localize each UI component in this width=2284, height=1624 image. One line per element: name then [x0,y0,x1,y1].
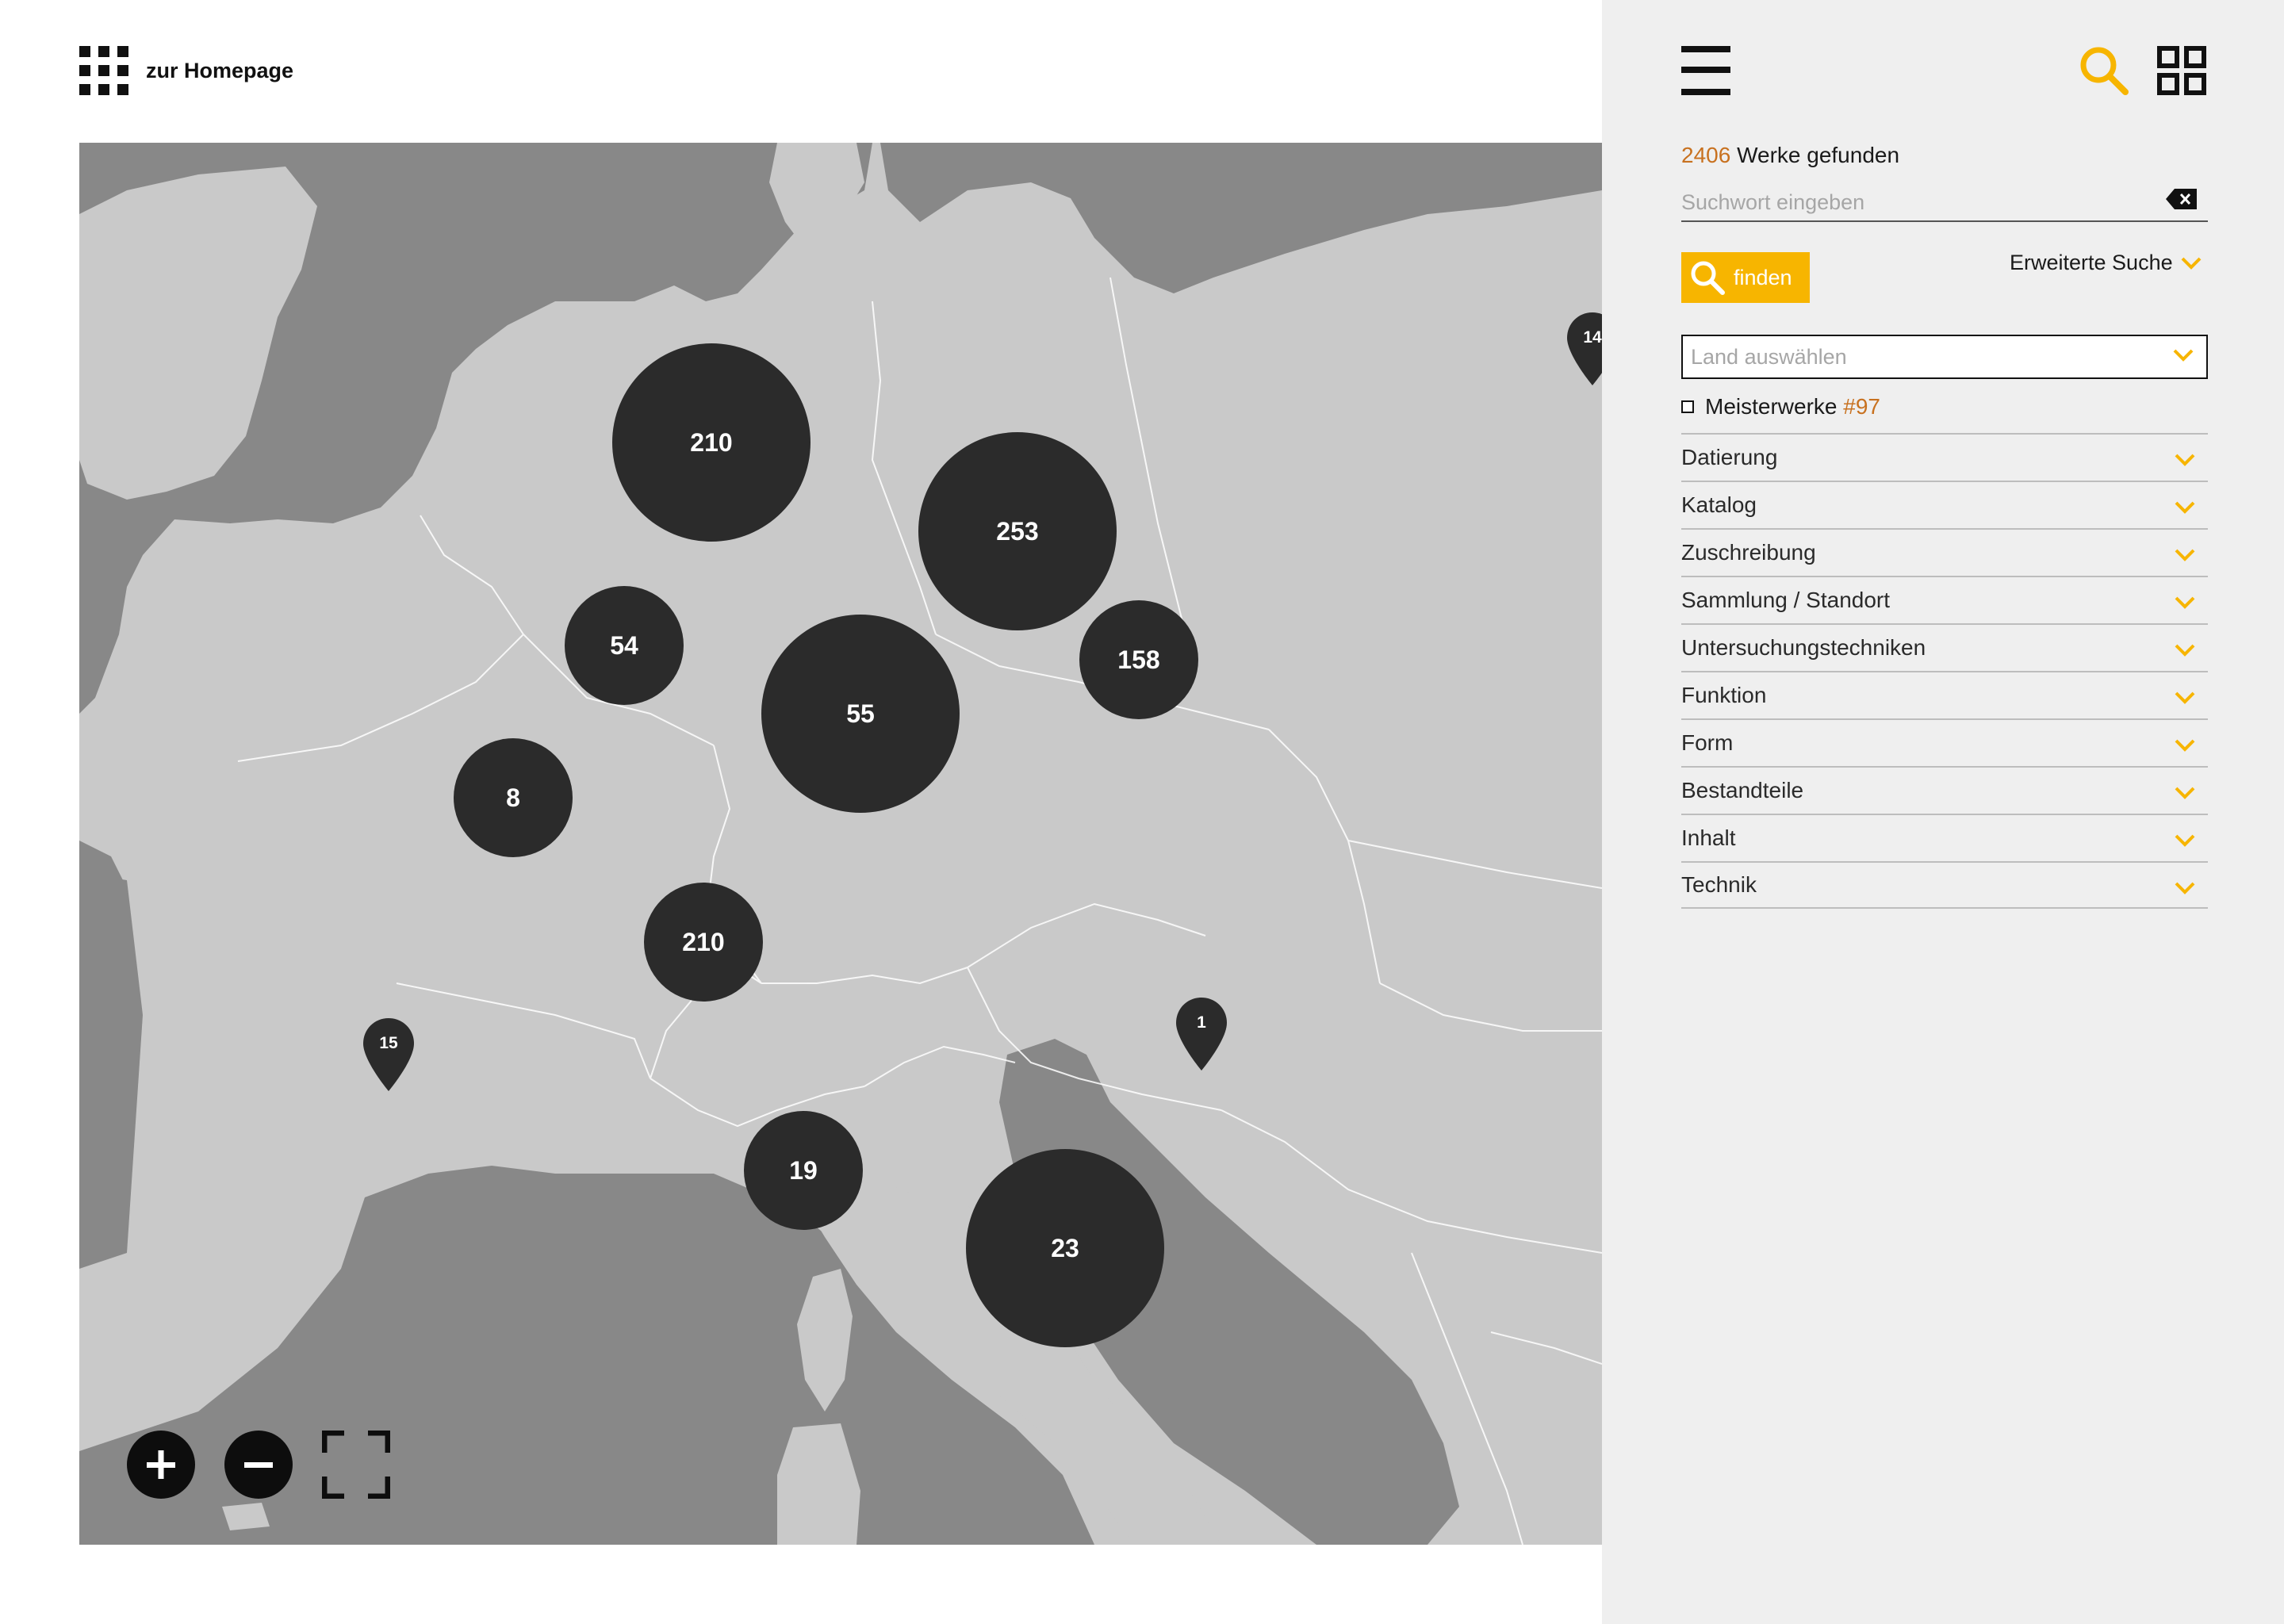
chevron-down-icon [2173,349,2194,362]
map-pin-label: 1 [1197,1013,1206,1032]
map-cluster[interactable]: 23 [966,1149,1164,1347]
chevron-down-icon [2175,454,2195,466]
facet-item[interactable]: Katalog [1681,481,2208,528]
search-toggle-button[interactable] [2078,44,2130,97]
results-count: 2406 [1681,143,1731,167]
masterworks-label: Meisterwerke [1705,394,1844,419]
map-pin[interactable]: 14 [1565,311,1602,387]
zoom-in-button[interactable] [127,1431,195,1499]
results-label: Werke gefunden [1730,143,1900,167]
chevron-down-icon [2175,739,2195,752]
chevron-down-icon [2175,549,2195,561]
chevron-down-icon [2175,596,2195,609]
clear-search-icon[interactable] [2165,187,2198,211]
chevron-down-icon [2181,257,2202,270]
facet-label: Bestandteile [1681,778,1804,802]
map-cluster[interactable]: 55 [761,615,960,813]
facet-item[interactable]: Datierung [1681,433,2208,481]
search-sidebar: 2406 Werke gefunden finden Erweiterte Su… [1602,0,2284,1624]
app-grid-icon [79,46,128,95]
zoom-out-button[interactable] [224,1431,293,1499]
masterworks-count: #97 [1843,394,1880,419]
map-cluster[interactable]: 8 [454,738,573,857]
map-cluster[interactable]: 210 [612,343,811,542]
grid-view-icon [2157,46,2206,95]
facet-label: Datierung [1681,445,1778,469]
map-background [79,143,1602,1545]
facet-item[interactable]: Zuschreibung [1681,528,2208,576]
minus-icon [244,1462,273,1468]
chevron-down-icon [2175,882,2195,894]
facet-item[interactable]: Bestandteile [1681,766,2208,814]
search-input[interactable] [1681,184,2157,220]
map-cluster[interactable]: 54 [565,586,684,705]
map-pin[interactable]: 1 [1175,996,1228,1072]
facet-label: Technik [1681,872,1757,897]
country-select-placeholder: Land auswählen [1691,344,1847,369]
chevron-down-icon [2175,644,2195,657]
chevron-down-icon [2175,691,2195,704]
search-field [1681,184,2208,222]
map-cluster[interactable]: 158 [1079,600,1198,719]
facet-item[interactable]: Form [1681,718,2208,766]
map-pin-label: 15 [379,1034,398,1052]
facet-label: Katalog [1681,492,1757,517]
map-cluster[interactable]: 210 [644,883,763,1002]
map-pin[interactable]: 15 [362,1017,416,1093]
find-button-label: finden [1734,265,1792,289]
chevron-down-icon [2175,501,2195,514]
masterworks-filter[interactable]: Meisterwerke #97 [1681,392,1880,422]
map-pin-icon [1176,998,1227,1071]
facet-item[interactable]: Inhalt [1681,814,2208,861]
masterworks-checkbox[interactable] [1681,400,1694,413]
advanced-search-toggle[interactable]: Erweiterte Suche [2010,251,2202,275]
map-pin-icon [363,1018,414,1091]
facet-label: Sammlung / Standort [1681,588,1891,612]
search-icon [2080,47,2129,95]
grid-view-button[interactable] [2157,46,2206,95]
map[interactable]: 210 253 54 55 158 8 210 19 23 14 15 1 [79,143,1602,1545]
map-pin-icon [1567,312,1602,385]
home-link[interactable]: zur Homepage [79,46,293,95]
facet-item[interactable]: Untersuchungstechniken [1681,623,2208,671]
map-pin-label: 14 [1583,328,1602,347]
facet-list: Datierung Katalog Zuschreibung Sammlung … [1681,433,2208,909]
results-summary: 2406 Werke gefunden [1681,143,1899,168]
fullscreen-icon [320,1428,393,1501]
facet-label: Zuschreibung [1681,540,1816,565]
chevron-down-icon [2175,834,2195,847]
search-icon [1691,261,1725,295]
map-cluster[interactable]: 253 [918,432,1117,630]
facet-label: Form [1681,730,1734,755]
facet-label: Inhalt [1681,825,1736,850]
facet-item[interactable]: Sammlung / Standort [1681,576,2208,623]
facet-item[interactable]: Funktion [1681,671,2208,718]
chevron-down-icon [2175,787,2195,799]
find-button[interactable]: finden [1681,252,1810,303]
plus-icon [147,1450,175,1479]
facet-item[interactable]: Technik [1681,861,2208,909]
facet-label: Funktion [1681,683,1767,707]
country-select[interactable]: Land auswählen [1681,335,2208,379]
fullscreen-button[interactable] [320,1428,393,1501]
map-cluster[interactable]: 19 [744,1111,863,1230]
advanced-search-label: Erweiterte Suche [2010,251,2173,274]
home-link-label: zur Homepage [146,58,294,82]
facet-label: Untersuchungstechniken [1681,635,1926,660]
menu-button[interactable] [1681,46,1730,95]
